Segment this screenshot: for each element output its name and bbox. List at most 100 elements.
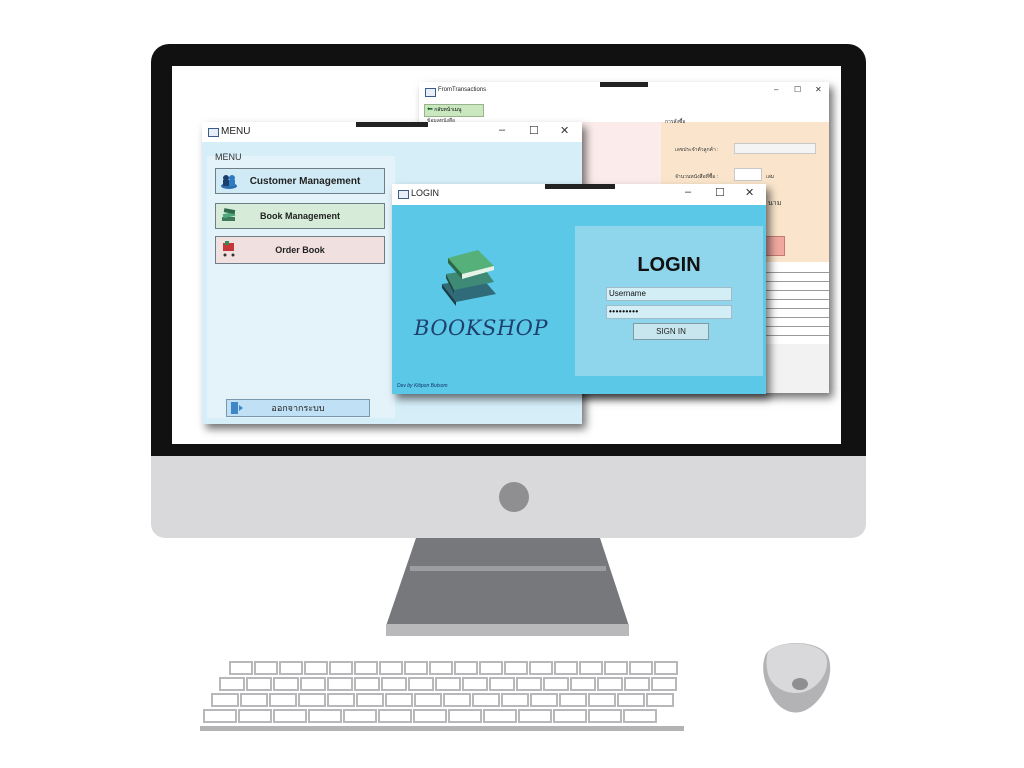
- transactions-title: FromTransactions: [438, 87, 487, 93]
- keyboard-key: [570, 677, 596, 691]
- keyboard-key: [454, 661, 478, 675]
- keyboard-key: [448, 709, 482, 723]
- keyboard-key: [504, 661, 528, 675]
- logout-button[interactable]: ออกจากระบบ: [226, 399, 370, 417]
- menu-group-label: MENU: [215, 152, 242, 162]
- keyboard-key: [604, 661, 628, 675]
- book-management-label: Book Management: [259, 211, 340, 221]
- table-row: [765, 273, 829, 282]
- table-row: [765, 318, 829, 327]
- keyboard-key: [381, 677, 407, 691]
- keyboard-key: [530, 693, 558, 707]
- keyboard-key: [516, 677, 542, 691]
- keyboard-key: [559, 693, 587, 707]
- keyboard-key: [298, 693, 326, 707]
- developer-credit: Dev by Kitipon Butsom: [397, 383, 448, 389]
- order-heading: การสั่งซื้อ: [665, 119, 686, 125]
- back-arrow-icon: ⬅: [427, 106, 433, 113]
- login-title: LOGIN: [411, 188, 440, 198]
- table-row: [765, 309, 829, 318]
- login-heading: LOGIN: [637, 254, 701, 276]
- keyboard-key: [219, 677, 245, 691]
- keyboard-key: [435, 677, 461, 691]
- table-empty-area: [765, 344, 829, 393]
- close-button[interactable]: ✕: [560, 124, 569, 137]
- keyboard-key: [238, 709, 272, 723]
- customer-management-label: Customer Management: [249, 175, 361, 187]
- logout-icon: [231, 402, 243, 414]
- keyboard-key: [617, 693, 645, 707]
- maximize-button[interactable]: ☐: [529, 124, 539, 137]
- keyboard-key: [329, 661, 353, 675]
- maximize-button[interactable]: ☐: [794, 85, 801, 94]
- menu-title: MENU: [221, 126, 251, 137]
- minimize-button[interactable]: –: [499, 124, 505, 136]
- keyboard-key: [279, 661, 303, 675]
- keyboard-key: [462, 677, 488, 691]
- app-icon: [208, 128, 219, 137]
- transactions-table[interactable]: [765, 264, 829, 345]
- keyboard-key: [429, 661, 453, 675]
- close-button[interactable]: ✕: [745, 186, 754, 199]
- password-input[interactable]: •••••••••: [606, 305, 732, 319]
- app-icon: [425, 88, 436, 97]
- transactions-titlebar: FromTransactions – ☐ ✕: [419, 82, 829, 102]
- keyboard-key: [385, 693, 413, 707]
- keyboard-key: [273, 709, 307, 723]
- keyboard-key: [489, 677, 515, 691]
- table-row: [765, 282, 829, 291]
- keyboard-key: [356, 693, 384, 707]
- menu-titlebar: MENU – ☐ ✕: [202, 122, 582, 142]
- keyboard-key: [304, 661, 328, 675]
- app-icon: [398, 190, 409, 199]
- keyboard-key: [354, 677, 380, 691]
- keyboard-key: [413, 709, 447, 723]
- username-input[interactable]: Username: [606, 287, 732, 301]
- keyboard-key: [211, 693, 239, 707]
- quantity-input[interactable]: [734, 168, 762, 181]
- table-row: [765, 291, 829, 300]
- keyboard-key: [414, 693, 442, 707]
- mouse: [763, 643, 831, 713]
- close-button[interactable]: ✕: [815, 85, 822, 94]
- customer-management-button[interactable]: Customer Management: [215, 168, 385, 194]
- screen: FromTransactions – ☐ ✕ ⬅ กลับหน้าเมนู ข้…: [172, 66, 841, 444]
- keyboard-key: [240, 693, 268, 707]
- table-row: [765, 327, 829, 336]
- cart-icon: [223, 241, 235, 257]
- customer-id-select[interactable]: [734, 143, 816, 154]
- keyboard-key: [554, 661, 578, 675]
- keyboard-key: [327, 693, 355, 707]
- keyboard-key: [269, 693, 297, 707]
- keyboard-key: [443, 693, 471, 707]
- order-book-label: Order Book: [275, 245, 325, 255]
- keyboard-key: [308, 709, 342, 723]
- bookshop-logo-text: BOOKSHOP: [414, 316, 548, 340]
- table-row: [765, 300, 829, 309]
- bookshop-logo-icon: [442, 250, 496, 306]
- keyboard-key: [629, 661, 653, 675]
- login-window: LOGIN – ☐ ✕ BOOKSHOP Dev by Kitipon Buts…: [392, 184, 766, 394]
- keyboard-key: [408, 677, 434, 691]
- keyboard-key: [378, 709, 412, 723]
- keyboard-key: [254, 661, 278, 675]
- customer-id-label: เลขประจำตัวลูกค้า :: [675, 147, 719, 153]
- keyboard-key: [229, 661, 253, 675]
- minimize-button[interactable]: –: [774, 85, 778, 94]
- sign-in-button[interactable]: SIGN IN: [633, 323, 709, 340]
- book-management-button[interactable]: Book Management: [215, 203, 385, 229]
- back-to-menu-button[interactable]: ⬅ กลับหน้าเมนู: [424, 104, 484, 117]
- keyboard-key: [273, 677, 299, 691]
- keyboard-key: [543, 677, 569, 691]
- minimize-button[interactable]: –: [685, 186, 691, 198]
- keyboard-key: [518, 709, 552, 723]
- keyboard-key: [624, 677, 650, 691]
- keyboard-key: [404, 661, 428, 675]
- login-titlebar: LOGIN – ☐ ✕: [392, 184, 766, 205]
- keyboard-key: [529, 661, 553, 675]
- order-book-button[interactable]: Order Book: [215, 236, 385, 264]
- keyboard-key: [354, 661, 378, 675]
- keyboard-key: [623, 709, 657, 723]
- keyboard-key: [343, 709, 377, 723]
- maximize-button[interactable]: ☐: [715, 186, 725, 199]
